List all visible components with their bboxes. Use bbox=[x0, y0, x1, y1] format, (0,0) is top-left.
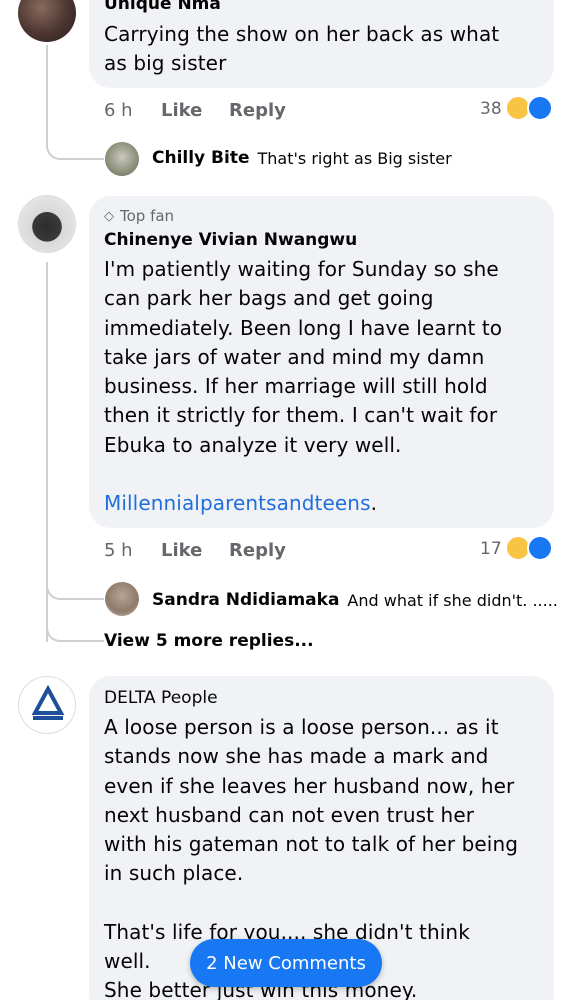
comment-text: I'm patiently waiting for Sunday so she … bbox=[104, 255, 502, 518]
comment-line: A loose person is a loose person... as i… bbox=[104, 715, 499, 739]
comment-text: Carrying the show on her back as what as… bbox=[104, 20, 499, 79]
delta-logo-icon bbox=[31, 684, 65, 720]
reply-preview[interactable]: Sandra Ndidiamaka And what if she didn't… bbox=[152, 590, 558, 610]
thread-connector bbox=[46, 560, 104, 600]
comment-line: next husband can not even trust her bbox=[104, 802, 475, 827]
comment-time[interactable]: 6 h bbox=[104, 100, 133, 121]
comment-line: Carrying the show on her back as what bbox=[104, 22, 500, 46]
comment-author[interactable]: Chinenye Vivian Nwangwu bbox=[104, 230, 357, 250]
diamond-icon: ◇ bbox=[104, 208, 114, 224]
like-icon bbox=[527, 535, 553, 561]
comment-bubble: Unique Nma Carrying the show on her back… bbox=[89, 0, 554, 88]
link-suffix: . bbox=[370, 491, 378, 516]
view-more-replies[interactable]: View 5 more replies... bbox=[104, 631, 314, 651]
comment-line: I'm patiently waiting for Sunday so she bbox=[104, 257, 499, 281]
reply-author[interactable]: Chilly Bite bbox=[152, 148, 250, 168]
reply-text: That's right as Big sister bbox=[257, 148, 452, 168]
comment-line: in such place. bbox=[104, 861, 244, 886]
avatar-chilly-bite[interactable] bbox=[105, 142, 139, 176]
comment-line: with his gateman not to talk of her bein… bbox=[104, 832, 519, 857]
reaction-icons[interactable] bbox=[505, 535, 557, 561]
reaction-count[interactable]: 38 bbox=[480, 99, 502, 119]
like-button[interactable]: Like bbox=[161, 100, 202, 121]
badge-label: Top fan bbox=[120, 207, 175, 225]
comment-line: as big sister bbox=[104, 51, 227, 76]
avatar-chinenye[interactable] bbox=[18, 195, 76, 253]
hashtag-link[interactable]: Millennialparentsandteens bbox=[104, 491, 371, 515]
reaction-icons[interactable] bbox=[505, 95, 557, 121]
thread-connector bbox=[46, 600, 104, 642]
reply-text: And what if she didn't. ..... bbox=[347, 590, 558, 610]
comment-line: business. If her marriage will still hol… bbox=[104, 374, 488, 399]
comment-line: can park her bags and get going bbox=[104, 286, 434, 311]
reply-preview[interactable]: Chilly Bite That's right as Big sister bbox=[152, 148, 452, 168]
comment-line: stands now she has made a mark and bbox=[104, 744, 489, 769]
comment-line: immediately. Been long I have learnt to bbox=[104, 315, 503, 340]
reply-button[interactable]: Reply bbox=[229, 540, 286, 561]
comment-author[interactable]: DELTA People bbox=[104, 688, 218, 708]
comment-line: even if she leaves her husband now, her bbox=[104, 773, 515, 798]
new-comments-button[interactable]: 2 New Comments bbox=[190, 939, 382, 987]
avatar-sandra[interactable] bbox=[105, 582, 139, 616]
link-line: Millennialparentsandteens. bbox=[104, 489, 502, 518]
comment-time[interactable]: 5 h bbox=[104, 540, 133, 561]
comment-line: then it strictly for them. I can't wait … bbox=[104, 403, 498, 428]
reply-author[interactable]: Sandra Ndidiamaka bbox=[152, 590, 339, 610]
reaction-count[interactable]: 17 bbox=[480, 539, 502, 559]
avatar-unique-nma[interactable] bbox=[18, 0, 76, 42]
thread-connector bbox=[46, 45, 104, 160]
top-fan-badge: ◇ Top fan bbox=[104, 207, 174, 225]
comment-line: Ebuka to analyze it very well. bbox=[104, 432, 402, 457]
avatar-delta-people[interactable] bbox=[18, 676, 76, 734]
like-icon bbox=[527, 95, 553, 121]
comment-author[interactable]: Unique Nma bbox=[104, 0, 221, 14]
like-button[interactable]: Like bbox=[161, 540, 202, 561]
comment-line: take jars of water and mind my damn bbox=[104, 344, 485, 369]
reply-button[interactable]: Reply bbox=[229, 100, 286, 121]
comment-bubble: ◇ Top fan Chinenye Vivian Nwangwu I'm pa… bbox=[89, 196, 554, 528]
